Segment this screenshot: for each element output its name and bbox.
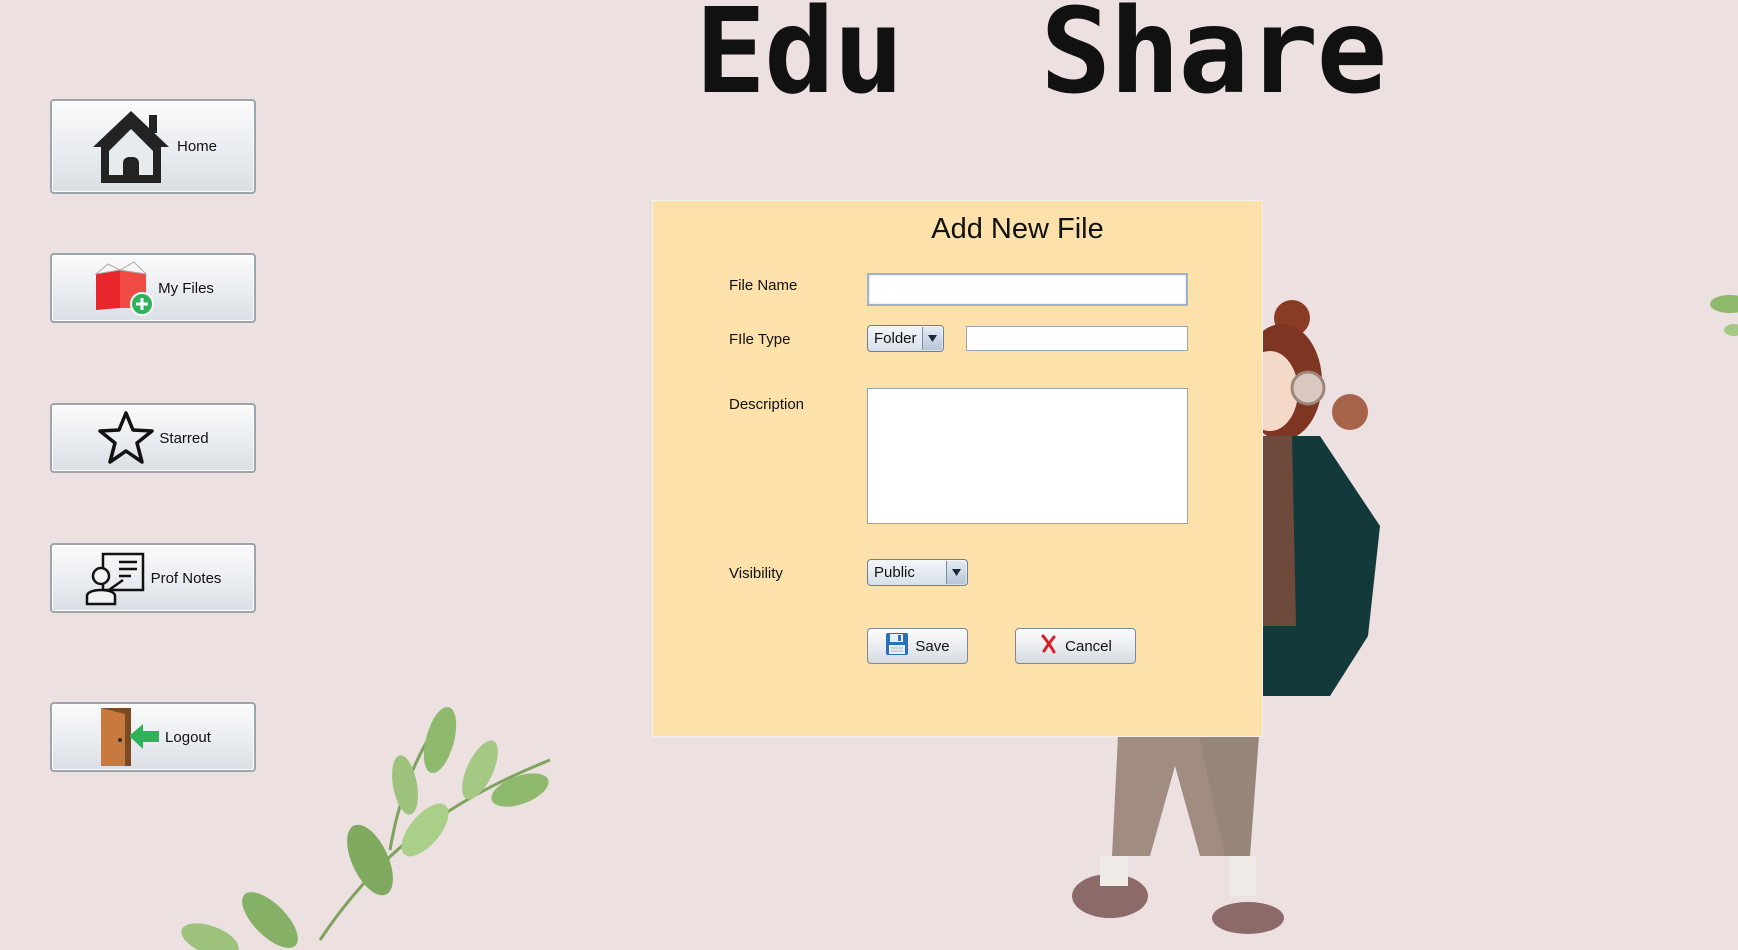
visibility-selected: Public bbox=[874, 564, 915, 581]
visibility-select[interactable]: Public bbox=[867, 559, 968, 586]
save-button-label: Save bbox=[915, 637, 950, 655]
sidebar-item-label: Prof Notes bbox=[150, 569, 222, 587]
file-type-selected: Folder bbox=[874, 330, 917, 347]
cancel-button[interactable]: Cancel bbox=[1015, 628, 1136, 664]
sidebar-item-label: Starred bbox=[159, 429, 209, 447]
logout-door-icon bbox=[95, 706, 161, 768]
leaf-corner-illustration bbox=[1710, 295, 1738, 336]
sidebar-item-starred[interactable]: Starred bbox=[50, 403, 256, 473]
save-button[interactable]: Save bbox=[867, 628, 968, 664]
file-name-label: File Name bbox=[729, 277, 798, 294]
file-type-extra-input[interactable] bbox=[966, 326, 1188, 351]
description-label: Description bbox=[729, 396, 805, 413]
sidebar-item-prof-notes[interactable]: Prof Notes bbox=[50, 543, 256, 613]
sidebar-item-logout[interactable]: Logout bbox=[50, 702, 256, 772]
app-title: Edu Share bbox=[695, 0, 1387, 120]
file-type-select[interactable]: Folder bbox=[867, 325, 944, 352]
add-file-dialog: Add New File File Name FIle Type Folder … bbox=[652, 200, 1263, 737]
sidebar-item-label: Logout bbox=[165, 728, 211, 746]
description-textarea[interactable] bbox=[867, 388, 1188, 524]
dialog-title: Add New File bbox=[931, 213, 1104, 245]
professor-board-icon bbox=[85, 550, 147, 606]
file-name-input[interactable] bbox=[867, 273, 1188, 306]
folder-add-icon bbox=[92, 260, 155, 316]
file-type-label: FIle Type bbox=[729, 331, 791, 348]
cancel-button-label: Cancel bbox=[1065, 637, 1112, 655]
chevron-down-icon bbox=[922, 327, 942, 350]
floppy-disk-icon bbox=[885, 632, 909, 660]
close-icon bbox=[1039, 634, 1059, 658]
sidebar-item-label: Home bbox=[176, 138, 217, 155]
chevron-down-icon bbox=[946, 561, 966, 584]
sidebar-item-my-files[interactable]: My Files bbox=[50, 253, 256, 323]
sidebar-item-home[interactable]: Home bbox=[50, 99, 256, 194]
star-icon bbox=[97, 410, 155, 466]
sidebar-item-label: My Files bbox=[158, 279, 214, 297]
home-icon bbox=[89, 107, 173, 187]
visibility-label: Visibility bbox=[729, 565, 783, 582]
